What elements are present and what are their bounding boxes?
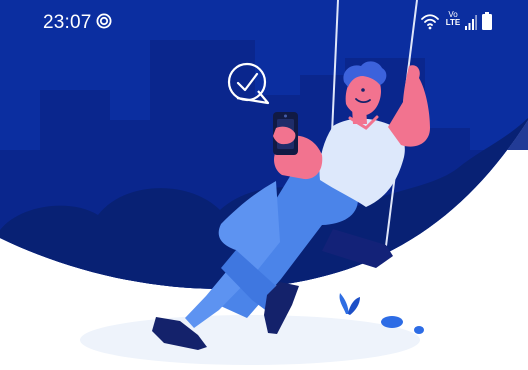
signal-icon — [465, 14, 477, 30]
volte-icon: Vo LTE — [444, 11, 462, 33]
volte-label-bottom: LTE — [445, 18, 461, 27]
onboarding-screen: 23:07 Vo LTE — [0, 0, 528, 370]
notification-circle-icon — [96, 13, 112, 29]
status-time: 23:07 — [43, 12, 92, 33]
wifi-icon — [420, 13, 440, 31]
status-bar: 23:07 Vo LTE — [0, 0, 528, 44]
battery-icon — [482, 12, 492, 30]
hero-illustration — [0, 0, 528, 370]
ground-shadow — [80, 315, 420, 365]
